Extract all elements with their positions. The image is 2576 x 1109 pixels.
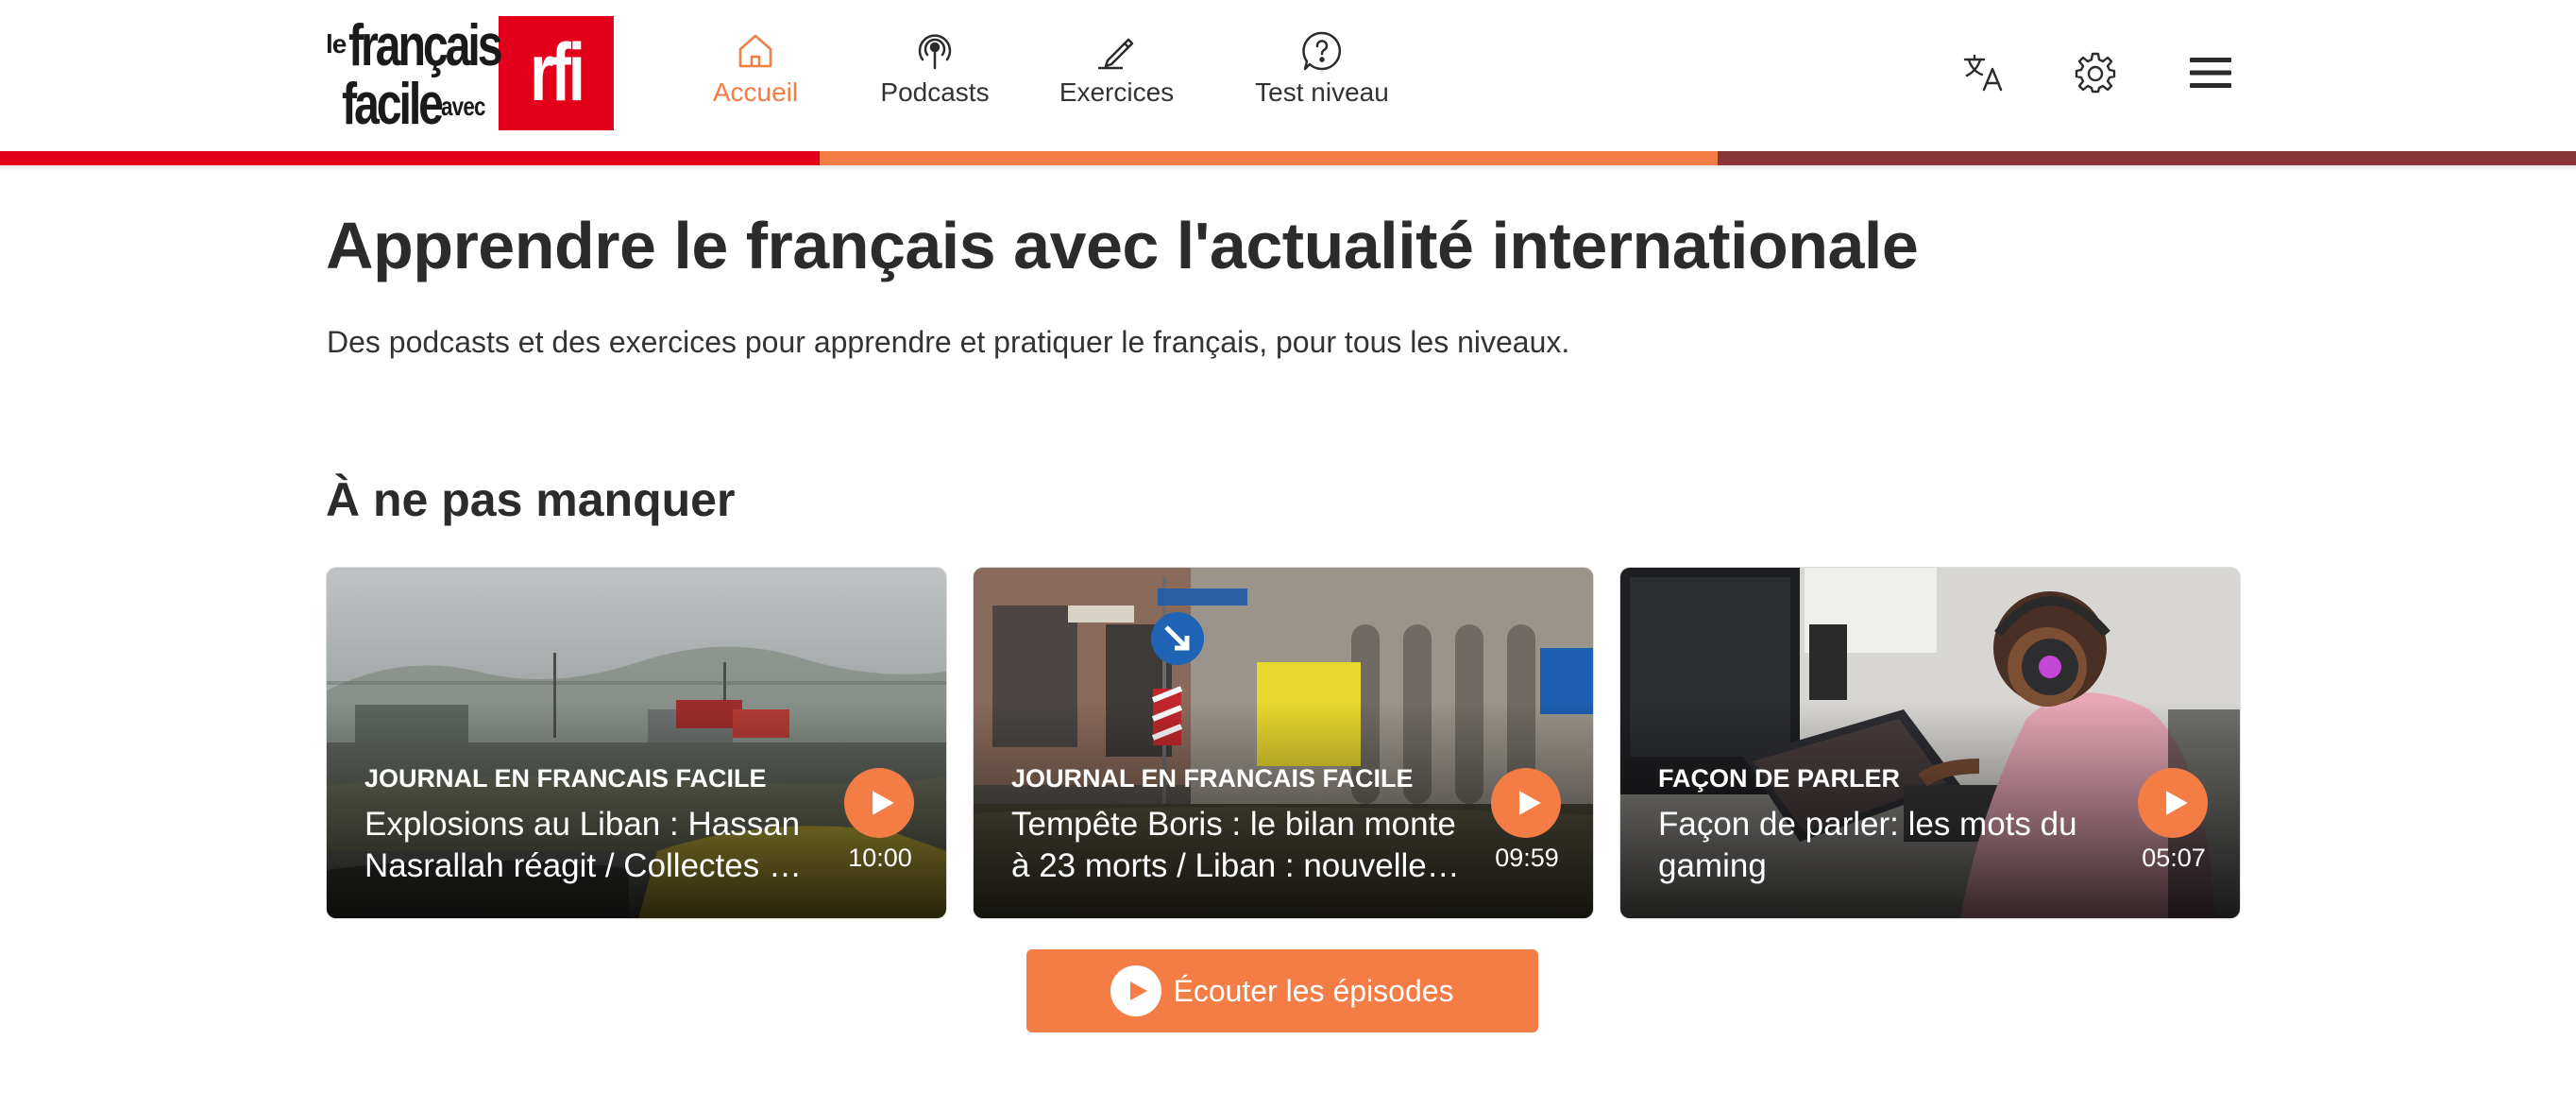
color-bar-orange [820, 151, 1718, 165]
card-duration: 09:59 [1495, 844, 1559, 872]
site-header: le français facile avec rfi Accueil Podc… [0, 0, 2576, 151]
card-title: Façon de parler: les mots du gaming [1658, 806, 2077, 884]
settings-button[interactable] [2072, 49, 2119, 96]
play-icon [2166, 791, 2188, 815]
color-bar-burgundy [1718, 151, 2576, 165]
hamburger-menu-icon [2190, 58, 2231, 88]
gear-icon [2075, 52, 2116, 94]
card-duration: 10:00 [848, 844, 912, 872]
play-icon [1130, 981, 1148, 1000]
color-bar-red [0, 151, 820, 165]
menu-button[interactable] [2187, 49, 2234, 96]
card-title: Tempête Boris : le bilan monte à 23 mort… [1011, 806, 1456, 884]
play-button[interactable] [844, 768, 914, 838]
card-category: JOURNAL EN FRANCAIS FACILE [1011, 764, 1414, 793]
card-category: JOURNAL EN FRANCAIS FACILE [364, 764, 767, 793]
play-button[interactable] [2138, 768, 2208, 838]
listen-episodes-button[interactable]: Écouter les épisodes [1026, 949, 1538, 1032]
episode-card[interactable]: JOURNAL EN FRANCAIS FACILE Tempête Boris… [974, 568, 1593, 918]
card-title: Explosions au Liban : Hassan Nasrallah r… [364, 806, 805, 884]
episode-card[interactable]: JOURNAL EN FRANCAIS FACILE Explosions au… [327, 568, 946, 918]
header-tools [0, 49, 2576, 96]
episode-cards: JOURNAL EN FRANCAIS FACILE Explosions au… [327, 568, 2240, 918]
translate-button[interactable] [1960, 49, 2008, 96]
play-circle-icon [1110, 965, 1162, 1016]
page-subtitle: Des podcasts et des exercices pour appre… [327, 325, 1570, 359]
play-icon [1519, 791, 1541, 815]
listen-episodes-label: Écouter les épisodes [1173, 973, 1454, 1008]
episode-card[interactable]: FAÇON DE PARLER Façon de parler: les mot… [1620, 568, 2240, 918]
section-title: À ne pas manquer [326, 473, 736, 526]
page-title: Apprendre le français avec l'actualité i… [326, 209, 1919, 282]
header-shadow [0, 165, 2576, 171]
card-duration: 05:07 [2142, 844, 2206, 872]
play-button[interactable] [1491, 768, 1561, 838]
play-icon [873, 791, 894, 815]
translate-icon [1963, 54, 2003, 92]
brand-color-bar [0, 151, 2576, 165]
card-category: FAÇON DE PARLER [1658, 764, 1901, 793]
